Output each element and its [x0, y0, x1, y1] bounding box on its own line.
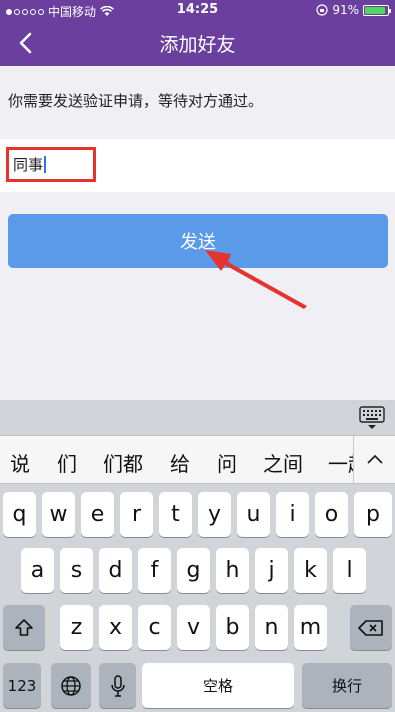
key-o[interactable]: o [315, 492, 348, 537]
backspace-icon [358, 619, 383, 636]
key-j[interactable]: j [255, 548, 288, 593]
key-l[interactable]: l [333, 548, 366, 593]
status-right: 91% [316, 3, 391, 17]
battery-icon [363, 4, 391, 16]
battery-fill [365, 6, 386, 14]
key-f[interactable]: f [138, 548, 171, 593]
text-cursor [44, 156, 47, 173]
key-q[interactable]: q [3, 492, 36, 537]
message-row: 同事 [0, 139, 395, 192]
annotation-arrow-icon [205, 250, 307, 309]
verification-message-input[interactable]: 同事 [6, 147, 96, 182]
candidate-item[interactable]: 说 [10, 448, 30, 477]
key-v[interactable]: v [177, 605, 210, 650]
space-key[interactable]: 空格 [142, 663, 294, 708]
input-value: 同事 [13, 156, 44, 174]
key-x[interactable]: x [99, 605, 132, 650]
candidate-item[interactable]: 问 [217, 448, 237, 477]
candidate-bar: 说 们 们都 给 问 之间 一起 [0, 435, 395, 484]
candidate-item[interactable]: 们都 [103, 448, 143, 477]
candidate-item[interactable]: 之间 [263, 448, 303, 477]
key-d[interactable]: d [99, 548, 132, 593]
candidate-item[interactable]: 们 [57, 448, 77, 477]
verification-hint: 你需要发送验证申请，等待对方通过。 [8, 92, 264, 110]
send-button[interactable]: 发送 [8, 214, 388, 268]
key-u[interactable]: u [237, 492, 270, 537]
page-title: 添加好友 [159, 34, 236, 56]
key-g[interactable]: g [177, 548, 210, 593]
key-k[interactable]: k [294, 548, 327, 593]
globe-icon [61, 675, 81, 696]
globe-key[interactable] [51, 663, 91, 708]
key-i[interactable]: i [276, 492, 309, 537]
key-w[interactable]: w [42, 492, 75, 537]
numbers-key[interactable]: 123 [3, 663, 41, 708]
key-h[interactable]: h [216, 548, 249, 593]
keyboard-toolbar [0, 400, 395, 435]
dictation-key[interactable] [99, 663, 136, 708]
key-r[interactable]: r [120, 492, 153, 537]
key-y[interactable]: y [198, 492, 231, 537]
expand-candidates-button[interactable] [353, 436, 395, 483]
keyboard: 说 们 们都 给 问 之间 一起 q w e r t y u i o p a s… [0, 400, 395, 712]
microphone-icon [110, 674, 125, 697]
delete-key[interactable] [350, 605, 392, 650]
keyboard-dismiss-icon[interactable] [359, 406, 385, 434]
return-key[interactable]: 换行 [302, 663, 392, 708]
key-a[interactable]: a [21, 548, 54, 593]
orientation-lock-icon [316, 4, 328, 16]
key-n[interactable]: n [255, 605, 288, 650]
key-m[interactable]: m [294, 605, 327, 650]
chevron-up-icon [366, 454, 383, 464]
key-z[interactable]: z [60, 605, 93, 650]
shift-icon [15, 618, 33, 636]
key-p[interactable]: p [354, 492, 392, 537]
battery-percent: 91% [332, 3, 359, 17]
key-e[interactable]: e [81, 492, 114, 537]
key-t[interactable]: t [159, 492, 192, 537]
status-bar: 中国移动 14:25 91% [0, 0, 395, 20]
nav-bar: 中国移动 14:25 91% 添加好友 [0, 0, 395, 66]
candidate-item[interactable]: 给 [170, 448, 190, 477]
key-b[interactable]: b [216, 605, 249, 650]
shift-key[interactable] [3, 605, 45, 650]
key-c[interactable]: c [138, 605, 171, 650]
key-s[interactable]: s [60, 548, 93, 593]
